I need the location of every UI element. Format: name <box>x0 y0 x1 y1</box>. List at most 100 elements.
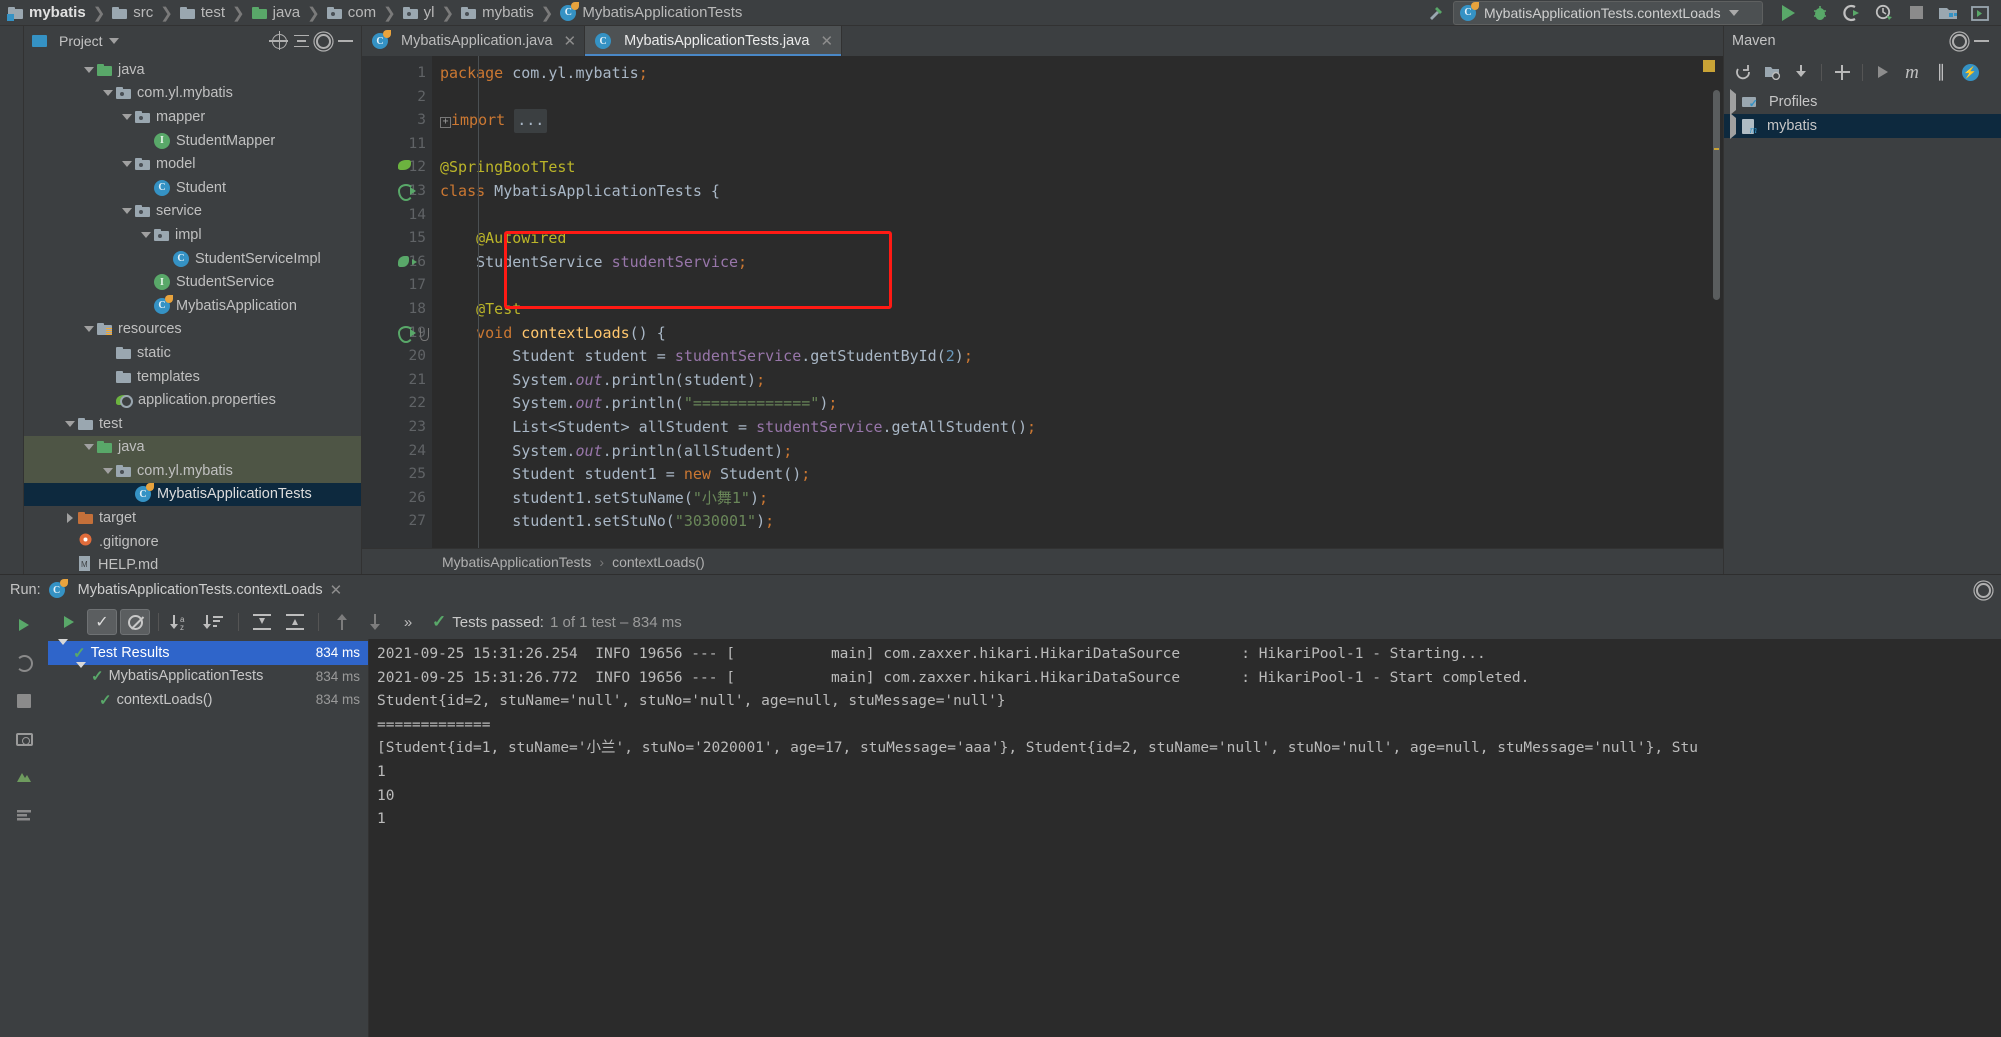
chevron-down-icon[interactable] <box>122 161 132 167</box>
test-results-tree[interactable]: ✓Test Results834 ms✓MybatisApplicationTe… <box>48 639 368 1037</box>
download-sources-icon[interactable] <box>1788 60 1814 84</box>
chevron-down-icon[interactable] <box>141 232 151 238</box>
project-tree-item[interactable]: .gitignore <box>24 530 361 554</box>
run-configuration-selector[interactable]: C MybatisApplicationTests.contextLoads <box>1453 1 1763 25</box>
project-tree-item[interactable]: templates <box>24 365 361 389</box>
hide-icon[interactable] <box>338 40 353 42</box>
close-icon[interactable]: ✕ <box>564 32 577 50</box>
breadcrumb-method[interactable]: contextLoads() <box>612 554 705 570</box>
rerun-icon[interactable] <box>11 613 37 637</box>
project-tree-item[interactable]: MHELP.md <box>24 553 361 574</box>
project-tree-item[interactable]: impl <box>24 223 361 247</box>
chevron-down-icon[interactable] <box>103 90 113 96</box>
warning-marker[interactable] <box>1703 60 1715 72</box>
tree-twisty[interactable] <box>62 421 78 427</box>
breadcrumb-item-java[interactable]: java <box>252 4 301 21</box>
tree-twisty[interactable] <box>81 444 97 450</box>
project-tree-item[interactable]: target <box>24 506 361 530</box>
maven-tree[interactable]: ✓Profilesmmybatis <box>1724 88 2001 574</box>
prev-failed-icon[interactable] <box>327 609 357 635</box>
run-maven-build-icon[interactable] <box>1870 60 1896 84</box>
chevron-down-icon[interactable] <box>122 208 132 214</box>
hide-passed-toggle[interactable] <box>120 609 150 635</box>
tree-twisty[interactable] <box>1730 118 1736 134</box>
tree-twisty[interactable] <box>119 208 135 214</box>
more-icon[interactable]: » <box>393 609 423 635</box>
line-number[interactable]: 24 <box>362 440 432 464</box>
line-number[interactable]: 27 <box>362 510 432 534</box>
rerun-tests-icon[interactable] <box>54 609 84 635</box>
line-number[interactable]: 26 <box>362 487 432 511</box>
breadcrumb-item-mybatisapplicationtests[interactable]: CMybatisApplicationTests <box>560 4 742 21</box>
debug-button[interactable] <box>1805 1 1835 25</box>
line-number[interactable]: 12 <box>362 156 432 180</box>
collapse-all-icon[interactable] <box>294 35 309 48</box>
line-number[interactable]: 3 <box>362 109 432 133</box>
project-tree-item[interactable]: CStudent <box>24 176 361 200</box>
editor-tab-mybatisapplication[interactable]: CMybatisApplication.java✕ <box>362 26 585 56</box>
project-tree-item[interactable]: service <box>24 200 361 224</box>
line-number[interactable]: 25 <box>362 463 432 487</box>
chevron-down-icon[interactable] <box>84 67 94 73</box>
tree-twisty[interactable] <box>138 232 154 238</box>
line-number[interactable]: 2 <box>362 86 432 110</box>
tree-twisty[interactable] <box>81 326 97 332</box>
console-output[interactable]: 2021-09-25 15:31:26.254 INFO 19656 --- [… <box>368 639 2001 1037</box>
chevron-down-icon[interactable] <box>84 326 94 332</box>
run-test-icon[interactable] <box>398 325 416 343</box>
breadcrumb-class[interactable]: MybatisApplicationTests <box>442 554 591 570</box>
add-icon[interactable] <box>1829 60 1855 84</box>
tree-twisty[interactable] <box>1730 94 1736 110</box>
breadcrumb-item-yl[interactable]: yl <box>403 4 435 21</box>
tree-twisty[interactable] <box>62 513 78 523</box>
project-tree-item[interactable]: com.yl.mybatis <box>24 82 361 106</box>
chevron-down-icon[interactable] <box>122 114 132 120</box>
build-hammer-icon[interactable] <box>1421 1 1451 25</box>
chevron-right-icon[interactable] <box>67 513 73 523</box>
project-tree-item[interactable]: resources <box>24 318 361 342</box>
chevron-down-icon[interactable] <box>65 421 75 427</box>
project-tree-item[interactable]: application.properties <box>24 388 361 412</box>
sort-alphabetically-icon[interactable]: az <box>167 609 197 635</box>
sort-by-duration-icon[interactable] <box>200 609 230 635</box>
tree-twisty[interactable] <box>100 90 116 96</box>
run-with-coverage-button[interactable] <box>1837 1 1867 25</box>
print-icon[interactable] <box>11 727 37 751</box>
tree-twisty[interactable] <box>119 161 135 167</box>
tree-twisty[interactable] <box>81 67 97 73</box>
line-number[interactable]: 23 <box>362 416 432 440</box>
test-tree-item[interactable]: ✓MybatisApplicationTests834 ms <box>48 665 368 689</box>
settings-gear-icon[interactable] <box>1976 583 1991 598</box>
code-text[interactable]: package com.yl.mybatis; +import ... @Spr… <box>432 56 1723 548</box>
chevron-down-icon[interactable] <box>84 444 94 450</box>
test-tree-item[interactable]: ✓Test Results834 ms <box>48 641 368 665</box>
maven-tree-item[interactable]: ✓Profiles <box>1724 90 2001 114</box>
toggle-offline-icon[interactable]: ⚡ <box>1957 60 1983 84</box>
breadcrumb-item-com[interactable]: com <box>327 4 376 21</box>
close-icon[interactable]: ✕ <box>330 581 343 599</box>
run-tab[interactable]: C MybatisApplicationTests.contextLoads ✕ <box>49 581 343 599</box>
project-tree-item[interactable]: IStudentMapper <box>24 129 361 153</box>
line-number[interactable]: 20 <box>362 345 432 369</box>
chevron-down-icon[interactable] <box>76 662 86 684</box>
project-tree-item[interactable]: model <box>24 152 361 176</box>
project-tree-item[interactable]: com.yl.mybatis <box>24 459 361 483</box>
collapse-all-icon[interactable] <box>280 609 310 635</box>
breadcrumb-item-src[interactable]: src <box>112 4 153 21</box>
code-fold-icon[interactable] <box>420 328 429 341</box>
rerun-failed-icon[interactable] <box>11 651 37 675</box>
export-icon[interactable] <box>11 765 37 789</box>
project-tree-item[interactable]: CStudentServiceImpl <box>24 247 361 271</box>
add-managed-files-icon[interactable] <box>1759 60 1785 84</box>
stop-button[interactable] <box>1901 1 1931 25</box>
profile-button[interactable] <box>1869 1 1899 25</box>
breadcrumb-item-test[interactable]: test <box>180 4 225 21</box>
database-button[interactable] <box>1965 1 1995 25</box>
spring-bean-icon[interactable] <box>398 254 416 272</box>
line-number[interactable]: 18 <box>362 298 432 322</box>
code-editor[interactable]: 1231112131415161718192021222324252627 pa… <box>362 56 1723 548</box>
run-button[interactable] <box>1773 1 1803 25</box>
maven-tree-item[interactable]: mmybatis <box>1724 114 2001 138</box>
stop-icon[interactable] <box>11 689 37 713</box>
chevron-right-icon[interactable] <box>1730 113 1736 139</box>
